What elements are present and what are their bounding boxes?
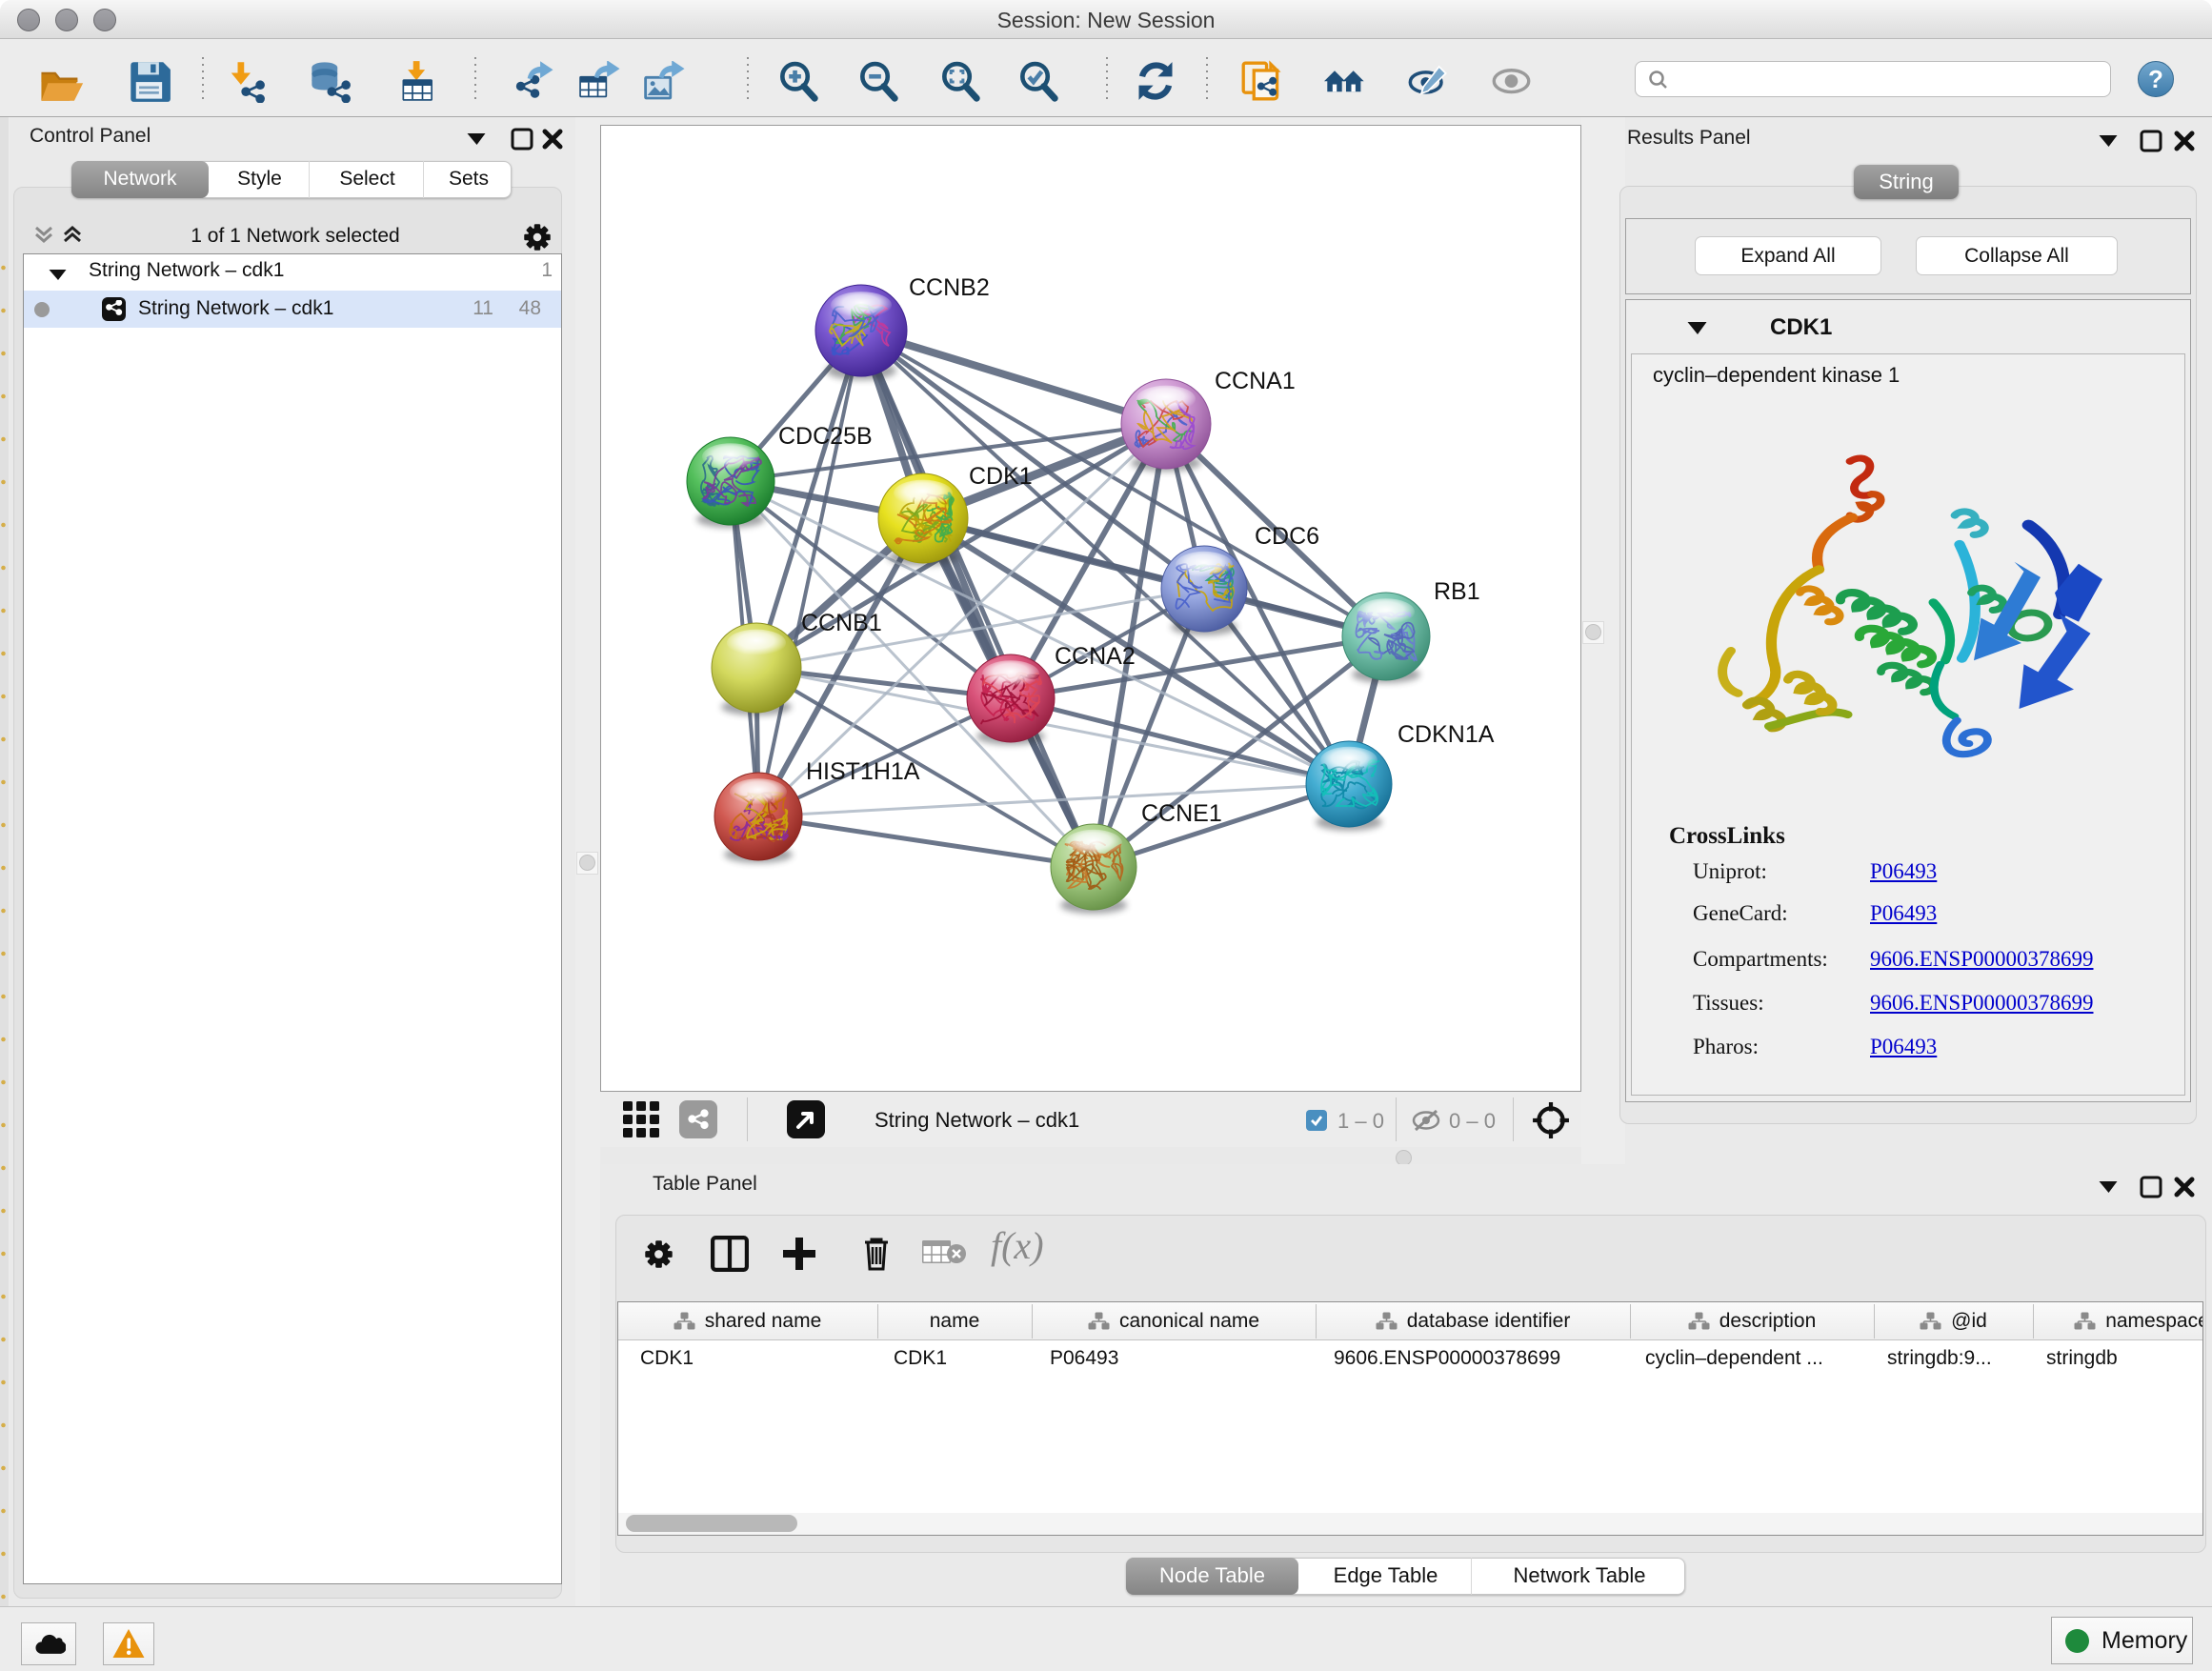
svg-text:HIST1H1A: HIST1H1A [806, 758, 920, 785]
svg-text:CDC6: CDC6 [1255, 523, 1319, 550]
svg-text:CDKN1A: CDKN1A [1398, 721, 1495, 748]
svg-text:CDK1: CDK1 [969, 463, 1033, 490]
svg-text:CCNB2: CCNB2 [909, 274, 990, 301]
svg-text:RB1: RB1 [1434, 578, 1480, 605]
svg-text:CCNB1: CCNB1 [801, 610, 882, 636]
svg-text:CCNA2: CCNA2 [1055, 643, 1136, 670]
svg-text:CCNE1: CCNE1 [1141, 800, 1222, 827]
svg-text:CCNA1: CCNA1 [1215, 368, 1296, 394]
svg-text:CDC25B: CDC25B [778, 423, 873, 450]
